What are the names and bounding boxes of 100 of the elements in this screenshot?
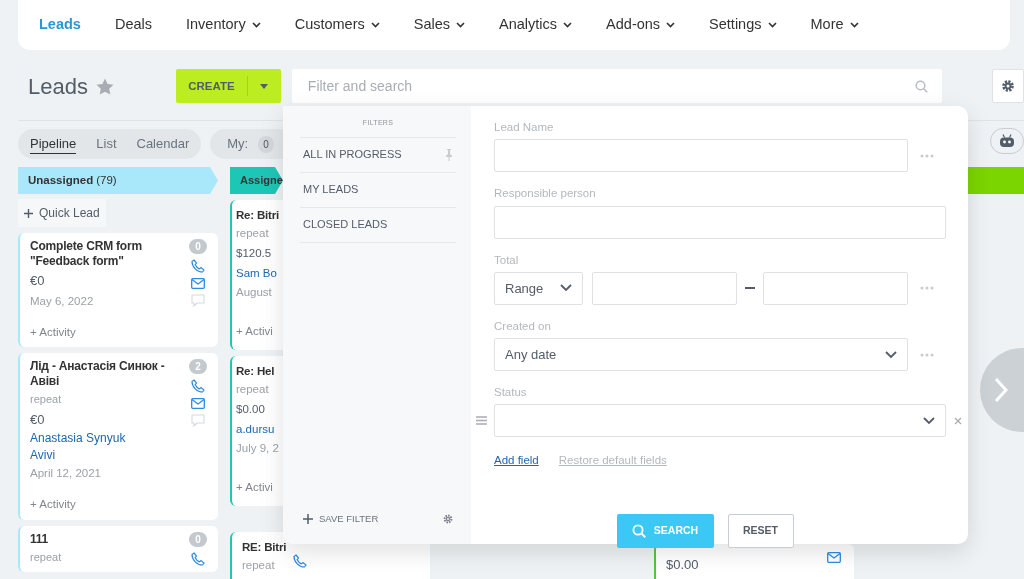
create-button[interactable]: CREATE <box>175 69 281 103</box>
text-field[interactable] <box>494 205 946 239</box>
mail-icon <box>191 278 205 289</box>
lead-card[interactable]: 111 repeat 0 <box>18 525 218 572</box>
chevron-down-icon <box>560 284 572 293</box>
lead-card[interactable]: $0.00 <box>654 544 854 579</box>
lead-card[interactable]: Re: Hel repeat $0.00 a.dursu July 9, 2 + Activi <box>230 356 283 506</box>
settings-button[interactable] <box>992 69 1024 103</box>
contact-link[interactable]: Avivi <box>30 448 184 463</box>
field-label: Created on <box>494 318 552 334</box>
contact-link[interactable]: Sam Bo <box>236 265 279 281</box>
more-icon[interactable] <box>920 286 934 291</box>
phone-icon <box>191 379 205 393</box>
counter-badge: 2 <box>189 359 207 374</box>
counter-badge: 0 <box>189 239 207 254</box>
range-from-field[interactable] <box>592 271 737 305</box>
star-icon[interactable] <box>95 77 114 95</box>
lead-amount: $0.00 <box>236 402 266 418</box>
lead-card[interactable]: Complete CRM form "Feedback form" €0 May 6, 2022 + Activity 0 <box>18 233 218 347</box>
nav-tab[interactable]: More <box>810 14 859 36</box>
lead-amount: €0 <box>30 410 46 429</box>
save-filter-button[interactable]: SAVE FILTER <box>303 511 379 526</box>
select-field[interactable]: Any date <box>494 338 908 371</box>
nav-tab[interactable]: Deals <box>114 14 152 36</box>
reset-button[interactable]: RESET <box>727 513 794 548</box>
select-field[interactable] <box>494 404 946 438</box>
add-activity-link[interactable]: + Activi <box>236 322 279 340</box>
nav-tab[interactable]: Analytics <box>499 14 573 36</box>
lead-title[interactable]: RE: Bitri <box>242 540 287 555</box>
field-label: Total <box>494 252 520 268</box>
lead-date: May 6, 2022 <box>30 293 95 309</box>
nav-tab[interactable]: Inventory <box>186 14 261 36</box>
chevron-down-icon <box>923 416 935 425</box>
filter-preset[interactable]: ALL IN PROGRESS <box>300 137 456 173</box>
field-label: Lead Name <box>494 120 555 135</box>
chevron-down-icon <box>885 350 897 359</box>
lead-title[interactable]: Re: Bitri <box>236 208 279 223</box>
filter-preset[interactable]: MY LEADS <box>300 172 456 208</box>
lead-amount: $0.00 <box>666 556 700 574</box>
lead-amount: $120.5 <box>236 246 273 262</box>
more-icon[interactable] <box>920 153 934 158</box>
robot-button[interactable] <box>990 128 1024 154</box>
lead-card[interactable]: Re: Bitri repeat $120.5 Sam Bo August + Activi <box>230 200 283 350</box>
field-label: Responsible person <box>494 186 597 202</box>
lead-card[interactable]: Лід - Анастасія Синюк - Авіві repeat €0 Anastasia Synyuk Avivi April 12, 2021 + Activity 2 <box>18 353 218 520</box>
add-activity-link[interactable]: + Activi <box>236 478 279 496</box>
add-field-link[interactable]: Add field <box>494 452 539 470</box>
column-count: (79) <box>96 172 117 188</box>
filter-preset[interactable]: CLOSED LEADS <box>300 207 456 243</box>
comment-icon <box>191 414 205 427</box>
drag-handle-icon[interactable] <box>476 416 487 426</box>
counter-label: My: <box>227 135 249 154</box>
text-field[interactable] <box>494 139 908 173</box>
comment-icon <box>191 294 205 307</box>
nav-tab[interactable]: Sales <box>413 14 466 36</box>
lead-tag: repeat <box>236 381 279 399</box>
lead-tag: repeat <box>30 548 184 565</box>
phone-icon <box>191 551 205 566</box>
close-icon[interactable] <box>954 416 962 425</box>
add-activity-link[interactable]: + Activity <box>30 496 184 514</box>
nav-tab[interactable]: Add-ons <box>606 14 676 36</box>
contact-link[interactable]: a.dursu <box>236 421 279 437</box>
range-to-field[interactable] <box>763 271 908 305</box>
add-activity-link[interactable]: + Activity <box>30 323 184 341</box>
lead-amount: €0 <box>30 272 46 290</box>
search-icon <box>631 523 646 538</box>
lead-date: August <box>236 284 273 300</box>
lead-date: April 12, 2021 <box>30 466 102 481</box>
settings-icon[interactable] <box>443 513 453 524</box>
search-field[interactable]: Filter and search <box>291 69 943 103</box>
lead-title[interactable]: 111 <box>30 531 184 547</box>
lead-date: July 9, 2 <box>236 440 279 456</box>
lead-tag: repeat <box>30 391 184 408</box>
view-tab[interactable]: Calendar <box>136 134 190 154</box>
range-select[interactable]: Range <box>494 271 583 305</box>
caret-icon <box>260 83 269 89</box>
nav-tab[interactable]: Settings <box>709 14 777 36</box>
chevron-right-icon <box>994 377 1008 403</box>
lead-title[interactable]: Лід - Анастасія Синюк - Авіві <box>30 359 184 389</box>
view-tab[interactable]: Pipeline <box>30 133 77 155</box>
contact-link[interactable]: Anastasia Synyuk <box>30 431 184 446</box>
nav-tab[interactable]: Customers <box>294 14 380 36</box>
search-input[interactable]: Filter and search <box>305 74 916 98</box>
view-tab[interactable]: List <box>96 134 117 154</box>
plus-icon <box>24 208 33 218</box>
page-title: Leads <box>28 72 88 101</box>
column-title: Unassigned <box>28 172 94 188</box>
lead-title[interactable]: Re: Hel <box>236 364 279 379</box>
column-title: Assigne <box>240 173 283 189</box>
lead-tag: repeat <box>242 557 287 575</box>
field-label: Status <box>494 385 528 400</box>
count-badge: 0 <box>258 135 274 153</box>
phone-icon <box>191 259 205 273</box>
lead-title[interactable]: Complete CRM form "Feedback form" <box>30 239 184 269</box>
lead-tag: repeat <box>236 225 279 243</box>
quick-lead-button[interactable]: Quick Lead <box>18 199 106 227</box>
mail-icon <box>191 398 205 409</box>
counter-badge: 0 <box>189 531 207 547</box>
more-icon[interactable] <box>920 352 934 357</box>
dash-icon <box>745 287 755 290</box>
